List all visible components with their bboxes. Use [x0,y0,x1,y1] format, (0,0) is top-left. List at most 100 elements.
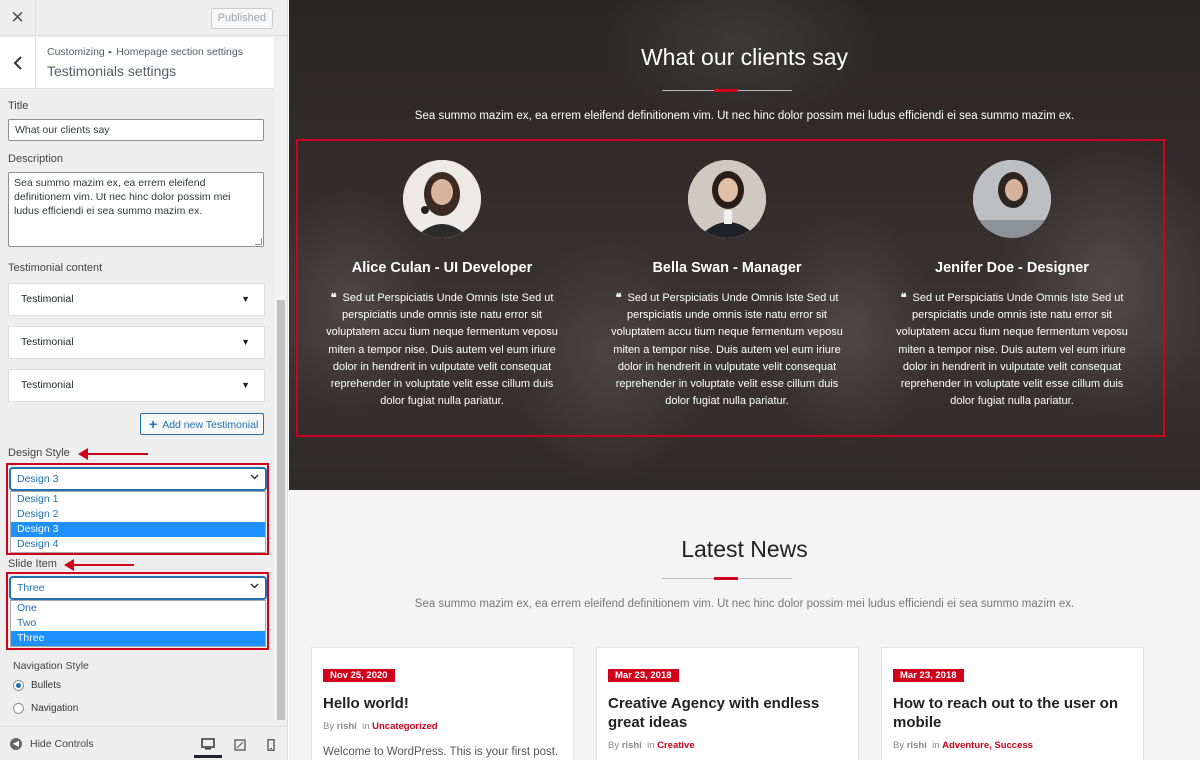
testimonial-name: Jenifer Doe - Designer [935,260,1089,276]
testimonial-quote: Sed ut Perspiciatis Unde Omnis Iste Sed … [326,292,558,408]
caret-down-icon[interactable]: ▼ [241,327,250,358]
customizer-footer: ◀ Hide Controls [0,726,287,760]
published-button[interactable]: Published [210,8,273,29]
hide-controls-label: Hide Controls [30,738,94,750]
by-label: By [323,721,335,732]
testimonial-item-label: Testimonial [21,379,74,391]
annotation-arrow-icon [64,559,134,571]
by-label: By [608,740,620,751]
date-badge: Mar 23, 2018 [608,669,679,682]
annotation-arrow-icon [78,448,148,460]
testimonial-card-2: Bella Swan - Manager ❝ Sed ut Perspiciati… [602,160,852,410]
site-preview: What our clients say Sea summo mazim ex,… [289,0,1200,760]
testimonial-name: Alice Culan - UI Developer [351,260,533,276]
slide-item-select[interactable]: Three [10,577,266,599]
testimonials-subtitle: Sea summo mazim ex, ea errem eleifend de… [414,110,1075,122]
date-badge: Nov 25, 2020 [323,669,395,682]
slide-item-label: Slide Item [8,558,57,570]
testimonial-item-3[interactable]: Testimonial ▼ [8,369,265,402]
close-icon[interactable]: ✕ [0,0,36,36]
slide-item-value: Three [17,582,45,594]
news-title: Latest News [681,536,808,562]
breadcrumb-root: Customizing [47,46,105,58]
desktop-icon[interactable] [194,732,222,758]
post-author[interactable]: rishi [337,721,357,732]
design-style-label: Design Style [8,447,70,459]
testimonial-content-label: Testimonial content [8,262,103,274]
post-meta: By rishi in Adventure, Success [893,740,1132,751]
caret-down-icon[interactable]: ▼ [241,370,250,401]
design-option-3[interactable]: Design 3 [11,522,265,537]
slide-option-one[interactable]: One [11,601,265,616]
radio-checked-icon[interactable] [13,680,24,691]
post-title[interactable]: How to reach out to the user on mobile [893,694,1132,732]
design-option-2[interactable]: Design 2 [11,507,265,522]
back-icon[interactable] [0,37,36,89]
quote-icon: ❝ [900,291,907,304]
scrollbar-thumb[interactable] [277,300,285,720]
testimonial-quote: Sed ut Perspiciatis Unde Omnis Iste Sed … [611,292,843,408]
breadcrumb: Customizing ▸ Homepage section settings [47,46,243,58]
post-title[interactable]: Creative Agency with endless great ideas [608,694,847,732]
testimonial-item-label: Testimonial [21,293,74,305]
design-style-value: Design 3 [17,473,59,485]
mobile-icon[interactable] [257,732,285,758]
date-badge: Mar 23, 2018 [893,669,964,682]
add-testimonial-label: Add new Testimonial [162,419,259,431]
news-card-1[interactable]: Nov 25, 2020 Hello world! By rishi in Un… [311,647,574,760]
in-label: in [647,740,655,751]
post-excerpt: Welcome to WordPress. This is your first… [323,746,559,758]
testimonial-item-1[interactable]: Testimonial ▼ [8,283,265,316]
post-author[interactable]: rishi [622,740,642,751]
breadcrumb-separator-icon: ▸ [108,49,113,56]
post-category[interactable]: Adventure, Success [942,740,1033,751]
radio-bullets-label: Bullets [31,680,62,691]
description-textarea[interactable]: Sea summo mazim ex, ea errem eleifend de… [8,172,264,247]
news-card-2[interactable]: Mar 23, 2018 Creative Agency with endles… [596,647,859,760]
tablet-icon[interactable] [226,732,254,758]
quote-icon: ❝ [330,291,337,304]
news-divider [662,577,792,580]
caret-down-icon[interactable]: ▼ [241,284,250,315]
news-card-3[interactable]: Mar 23, 2018 How to reach out to the use… [881,647,1144,760]
navigation-style-label: Navigation Style [13,660,89,672]
section-title: Testimonials settings [47,63,177,79]
testimonial-text: ❝ Sed ut Perspiciatis Unde Omnis Iste Sed… [887,289,1137,410]
testimonial-card-3: Jenifer Doe - Designer ❝ Sed ut Perspicia… [887,160,1137,410]
design-option-4[interactable]: Design 4 [11,537,265,552]
testimonials-title: What our clients say [640,44,849,70]
testimonial-item-2[interactable]: Testimonial ▼ [8,326,265,359]
post-category[interactable]: Creative [657,740,695,751]
radio-bullets[interactable]: Bullets [13,680,61,691]
quote-icon: ❝ [615,291,622,304]
by-label: By [893,740,905,751]
customizer-topbar: ✕ Published [0,0,287,36]
testimonial-name: Bella Swan - Manager [652,260,802,276]
title-input[interactable]: What our clients say [8,119,264,141]
design-option-1[interactable]: Design 1 [11,492,265,507]
in-label: in [362,721,370,732]
hide-controls-button[interactable]: ◀ Hide Controls [10,738,94,750]
radio-navigation-label: Navigation [31,703,79,714]
design-style-dropdown: Design 1 Design 2 Design 3 Design 4 [10,491,266,553]
add-testimonial-button[interactable]: + Add new Testimonial [140,413,264,435]
in-label: in [932,740,940,751]
post-author[interactable]: rishi [907,740,927,751]
post-meta: By rishi in Uncategorized [323,721,562,732]
slide-option-three[interactable]: Three [11,631,265,646]
resize-handle[interactable] [255,238,262,245]
post-title[interactable]: Hello world! [323,694,562,713]
slide-option-two[interactable]: Two [11,616,265,631]
post-category[interactable]: Uncategorized [372,721,437,732]
news-subtitle: Sea summo mazim ex, ea errem eleifend de… [414,598,1075,610]
title-divider [662,89,792,92]
testimonial-text: ❝ Sed ut Perspiciatis Unde Omnis Iste Sed… [317,289,567,410]
radio-unchecked-icon[interactable] [13,703,24,714]
avatar [973,160,1051,238]
avatar [403,160,481,238]
plus-icon: + [149,416,158,432]
title-label: Title [8,100,29,112]
radio-navigation[interactable]: Navigation [13,703,78,714]
design-style-select[interactable]: Design 3 [10,468,266,490]
slide-item-dropdown: One Two Three [10,600,266,647]
